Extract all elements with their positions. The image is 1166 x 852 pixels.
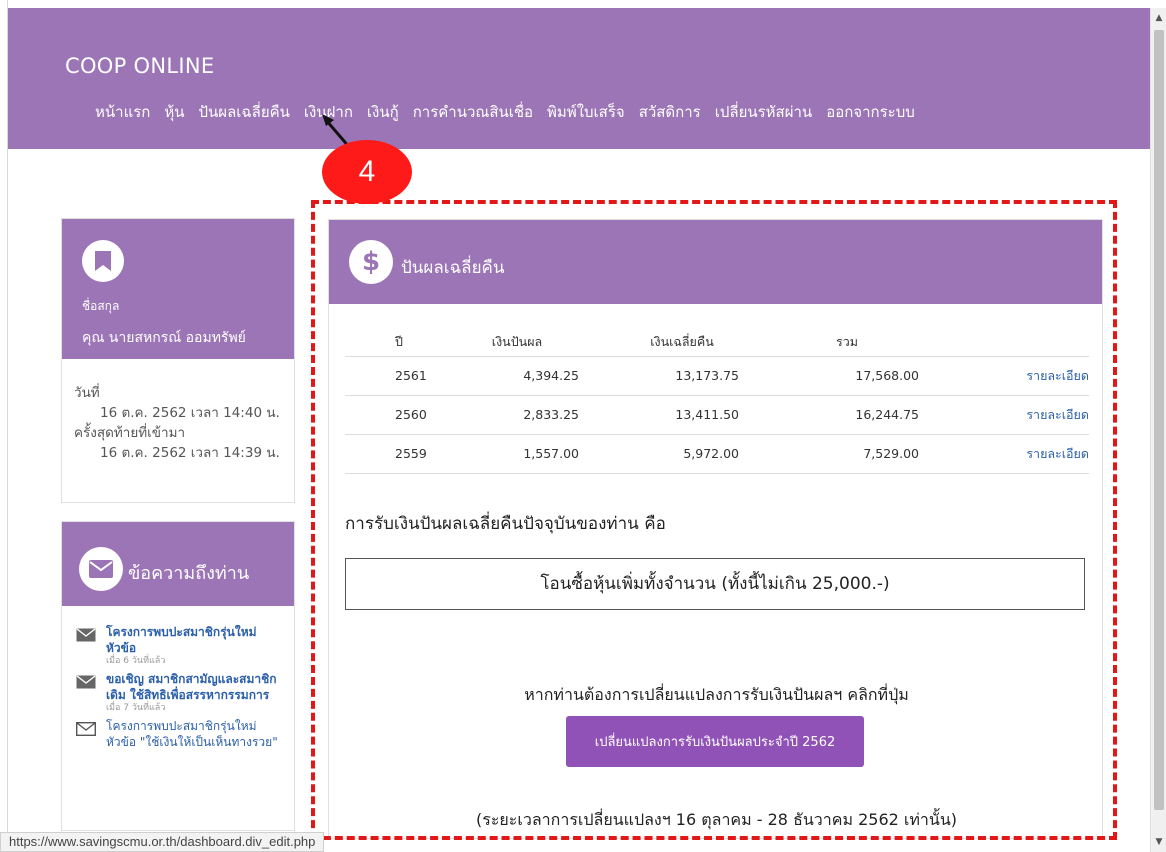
vertical-scrollbar[interactable]: ▲ ▼ [1150,8,1166,852]
nav-dividend[interactable]: ปันผลเฉลี่ยคืน [199,100,290,124]
last-login-value: 16 ต.ค. 2562 เวลา 14:39 น. [100,445,280,461]
message-time: เมื่อ 6 วันที่แล้ว [106,656,166,666]
nav-home[interactable]: หน้าแรก [95,100,150,124]
date-label: วันที่ [74,385,100,401]
nav-change-password[interactable]: เปลี่ยนรหัสผ่าน [715,100,812,124]
messages-list: โครงการพบปะสมาชิกรุ่นใหม่ หัวข้อ เมื่อ 6… [62,606,294,750]
scroll-up-arrow-icon[interactable]: ▲ [1154,12,1164,24]
main-nav: หน้าแรก หุ้น ปันผลเฉลี่ยคืน เงินฝาก เงิน… [95,100,929,124]
message-title[interactable]: ขอเชิญ สมาชิกสามัญและสมาชิกเดิม ใช้สิทธิ… [106,671,284,703]
nav-logout[interactable]: ออกจากระบบ [826,100,915,124]
surname-label: ชื่อสกุล [82,299,120,313]
annotation-highlight-box [311,200,1117,840]
messages-header: ข้อความถึงท่าน [62,522,294,606]
window-frame-left [0,0,8,852]
mail-icon [76,624,106,667]
bookmark-icon [82,240,124,282]
envelope-icon [79,547,123,591]
message-item[interactable]: ขอเชิญ สมาชิกสามัญและสมาชิกเดิม ใช้สิทธิ… [76,671,284,714]
messages-title: ข้อความถึงท่าน [128,563,250,584]
mail-icon [76,671,106,714]
nav-welfare[interactable]: สวัสดิการ [639,100,701,124]
message-title[interactable]: โครงการพบปะสมาชิกรุ่นใหม่ หัวข้อ [106,624,284,656]
message-item[interactable]: โครงการพบปะสมาชิกรุ่นใหม่ หัวข้อ เมื่อ 6… [76,624,284,667]
link-status-bar: https://www.savingscmu.or.th/dashboard.d… [0,832,325,852]
message-title[interactable]: โครงการพบปะสมาชิกรุ่นใหม่ หัวข้อ "ใช้เงิ… [106,718,284,750]
message-item[interactable]: โครงการพบปะสมาชิกรุ่นใหม่ หัวข้อ "ใช้เงิ… [75,718,284,750]
top-navbar: COOP ONLINE หน้าแรก หุ้น ปันผลเฉลี่ยคืน … [8,8,1150,149]
date-value: 16 ต.ค. 2562 เวลา 14:40 น. [100,405,280,421]
brand-title[interactable]: COOP ONLINE [65,54,214,78]
messages-card: ข้อความถึงท่าน โครงการพบปะสมาชิกรุ่นใหม่… [61,521,295,831]
last-login-label: ครั้งสุดท้ายที่เข้ามา [74,425,186,441]
scroll-down-arrow-icon[interactable]: ▼ [1154,836,1164,848]
profile-body: วันที่ 16 ต.ค. 2562 เวลา 14:40 น. ครั้งส… [62,359,294,487]
profile-header: ชื่อสกุล คุณ นายสหกรณ์ ออมทรัพย์ [62,219,294,359]
nav-print-receipt[interactable]: พิมพ์ใบเสร็จ [547,100,625,124]
mail-open-icon [75,718,106,750]
message-time: เมื่อ 7 วันที่แล้ว [106,703,166,713]
nav-shares[interactable]: หุ้น [164,100,184,124]
scrollbar-thumb[interactable] [1154,30,1164,810]
annotation-step-badge: 4 [322,140,412,204]
profile-card: ชื่อสกุล คุณ นายสหกรณ์ ออมทรัพย์ วันที่ … [61,218,295,503]
nav-loan-calculator[interactable]: การคำนวณสินเชื่อ [413,100,533,124]
window-frame-top [0,0,1166,8]
member-name: คุณ นายสหกรณ์ ออมทรัพย์ [82,330,246,346]
